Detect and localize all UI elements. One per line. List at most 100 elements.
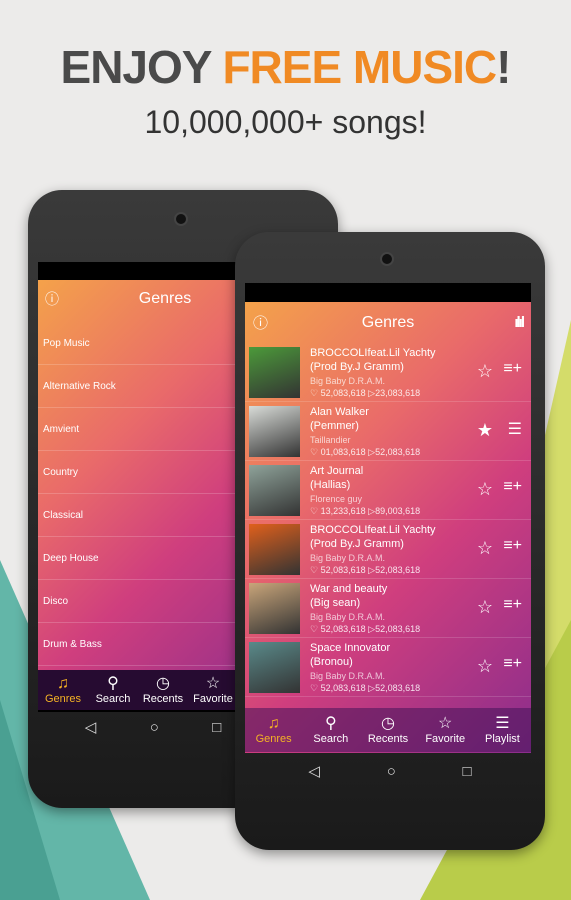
genre-label: Classical bbox=[43, 509, 84, 521]
song-row[interactable]: Art Journal (Hallias) Florence guy ♡ 13,2… bbox=[245, 461, 531, 520]
tab-label: Favorite bbox=[425, 733, 466, 745]
camera bbox=[174, 212, 188, 226]
song-title: BROCCOLIfeat.Lil Yachty bbox=[310, 347, 436, 359]
song-title: Space Innovator bbox=[310, 642, 391, 654]
tab-favorite[interactable]: ☆ Favorite bbox=[417, 708, 474, 752]
play-count: 52,083,618 bbox=[375, 447, 421, 457]
song-stats: ♡ 01,083,618 ▷52,083,618 bbox=[310, 447, 420, 458]
song-title: Art Journal bbox=[310, 465, 364, 477]
home-icon[interactable]: ○ bbox=[387, 763, 396, 780]
star-filled-icon[interactable]: ★ bbox=[477, 420, 493, 441]
home-icon[interactable]: ○ bbox=[150, 719, 159, 736]
song-artist: Florence guy bbox=[310, 494, 363, 504]
song-stats: ♡ 52,083,618 ▷52,083,618 bbox=[310, 565, 420, 576]
add-to-playlist-icon[interactable]: ≡+ bbox=[503, 537, 522, 555]
heart-icon: ♡ bbox=[310, 506, 321, 516]
recent-apps-icon[interactable]: □ bbox=[463, 763, 472, 780]
song-subtitle: (Big sean) bbox=[310, 597, 361, 609]
add-to-playlist-icon[interactable]: ≡+ bbox=[503, 360, 522, 378]
song-subtitle: (Pemmer) bbox=[310, 420, 359, 432]
star-icon[interactable]: ☆ bbox=[477, 361, 493, 382]
header-title: Genres bbox=[138, 290, 192, 307]
tab-search[interactable]: ⚲ Search bbox=[302, 708, 359, 752]
genre-label: Amvient bbox=[43, 423, 80, 435]
tab-label: Genres bbox=[44, 693, 82, 705]
album-art bbox=[249, 583, 300, 634]
back-icon[interactable]: ◁ bbox=[85, 718, 97, 736]
genre-label: Alternative Rock bbox=[43, 380, 116, 392]
recent-apps-icon[interactable]: □ bbox=[212, 719, 221, 736]
genre-label: Drum & Bass bbox=[43, 638, 102, 650]
tab-playlist[interactable]: ☰ Playlist bbox=[474, 708, 531, 752]
genre-label: Country bbox=[43, 466, 79, 478]
star-icon[interactable]: ☆ bbox=[477, 597, 493, 618]
headline-exclaim: ! bbox=[496, 41, 511, 93]
album-art bbox=[249, 465, 300, 516]
tab-label: Recents bbox=[367, 733, 409, 745]
play-count: 23,083,618 bbox=[375, 388, 421, 398]
song-artist: Taillandier bbox=[310, 435, 351, 445]
like-count: 01,083,618 bbox=[320, 447, 366, 457]
tab-search[interactable]: ⚲ Search bbox=[88, 670, 138, 710]
album-art bbox=[249, 406, 300, 457]
song-row[interactable]: War and beauty (Big sean) Big Baby D.R.A.… bbox=[245, 579, 531, 638]
song-artist: Big Baby D.R.A.M. bbox=[310, 553, 386, 563]
back-icon[interactable]: ◁ bbox=[308, 762, 320, 780]
like-count: 52,083,618 bbox=[320, 624, 366, 634]
add-to-playlist-icon[interactable]: ≡+ bbox=[503, 655, 522, 673]
star-icon[interactable]: ☆ bbox=[477, 538, 493, 559]
song-artist: Big Baby D.R.A.M. bbox=[310, 612, 386, 622]
tab-label: Genres bbox=[255, 733, 292, 745]
genre-label: Deep House bbox=[43, 552, 99, 564]
tab-recents[interactable]: ◷ Recents bbox=[138, 670, 188, 710]
song-row[interactable]: Space Innovator (Bronou) Big Baby D.R.A.M… bbox=[245, 638, 531, 697]
headline-text: ENJOY bbox=[60, 41, 223, 93]
search-icon: ⚲ bbox=[107, 675, 119, 692]
star-icon[interactable]: ☆ bbox=[477, 656, 493, 677]
heart-icon: ♡ bbox=[310, 683, 321, 693]
tab-label: Search bbox=[95, 693, 131, 705]
song-title: War and beauty bbox=[310, 583, 388, 595]
like-count: 52,083,618 bbox=[320, 683, 366, 693]
play-count: 89,003,618 bbox=[375, 506, 421, 516]
headline: ENJOY FREE MUSIC! bbox=[0, 40, 571, 94]
subheadline: 10,000,000+ songs! bbox=[144, 104, 427, 140]
tab-recents[interactable]: ◷ Recents bbox=[359, 708, 416, 752]
song-subtitle: (Prod By.J Gramm) bbox=[310, 538, 404, 550]
like-count: 13,233,618 bbox=[320, 506, 366, 516]
song-stats: ♡ 13,233,618 ▷89,003,618 bbox=[310, 506, 420, 517]
album-art bbox=[249, 524, 300, 575]
headline-accent: FREE MUSIC bbox=[222, 41, 497, 93]
menu-icon[interactable]: ☰ bbox=[508, 419, 522, 439]
tab-genres[interactable]: ♫ Genres bbox=[245, 708, 302, 752]
equalizer-icon[interactable]: ılıl bbox=[514, 314, 525, 331]
song-row[interactable]: BROCCOLIfeat.Lil Yachty (Prod By.J Gramm)… bbox=[245, 520, 531, 579]
song-subtitle: (Bronou) bbox=[310, 656, 353, 668]
star-icon: ☆ bbox=[438, 715, 453, 732]
song-artist: Big Baby D.R.A.M. bbox=[310, 671, 386, 681]
song-subtitle: (Hallias) bbox=[310, 479, 351, 491]
heart-icon: ♡ bbox=[310, 624, 321, 634]
song-row[interactable]: BROCCOLIfeat.Lil Yachty (Prod By.J Gramm)… bbox=[245, 343, 531, 402]
search-icon: ⚲ bbox=[324, 715, 337, 732]
play-count: 52,083,618 bbox=[375, 624, 421, 634]
song-row[interactable]: Alan Walker (Pemmer) Taillandier ♡ 01,083… bbox=[245, 402, 531, 461]
front-phone: ⓘ Genres ılıl BROCCOLIfeat.Lil Yachty (Pr… bbox=[235, 232, 545, 850]
tab-label: Search bbox=[313, 733, 349, 745]
tab-favorite[interactable]: ☆ Favorite bbox=[188, 670, 238, 710]
song-title: Alan Walker bbox=[310, 406, 369, 418]
heart-icon: ♡ bbox=[310, 565, 321, 575]
add-to-playlist-icon[interactable]: ≡+ bbox=[503, 596, 522, 614]
tab-label: Playlist bbox=[484, 733, 520, 745]
genre-label: Disco bbox=[43, 595, 69, 607]
info-icon[interactable]: ⓘ bbox=[45, 289, 59, 309]
music-note-icon: ♫ bbox=[267, 715, 280, 732]
heart-icon: ♡ bbox=[310, 388, 321, 398]
tab-genres[interactable]: ♫ Genres bbox=[38, 670, 88, 710]
info-icon[interactable]: ⓘ bbox=[253, 312, 268, 333]
song-subtitle: (Prod By.J Gramm) bbox=[310, 361, 404, 373]
song-stats: ♡ 52,083,618 ▷23,083,618 bbox=[310, 388, 420, 399]
star-icon[interactable]: ☆ bbox=[477, 479, 493, 500]
genre-label: Pop Music bbox=[43, 337, 90, 349]
add-to-playlist-icon[interactable]: ≡+ bbox=[503, 478, 522, 496]
